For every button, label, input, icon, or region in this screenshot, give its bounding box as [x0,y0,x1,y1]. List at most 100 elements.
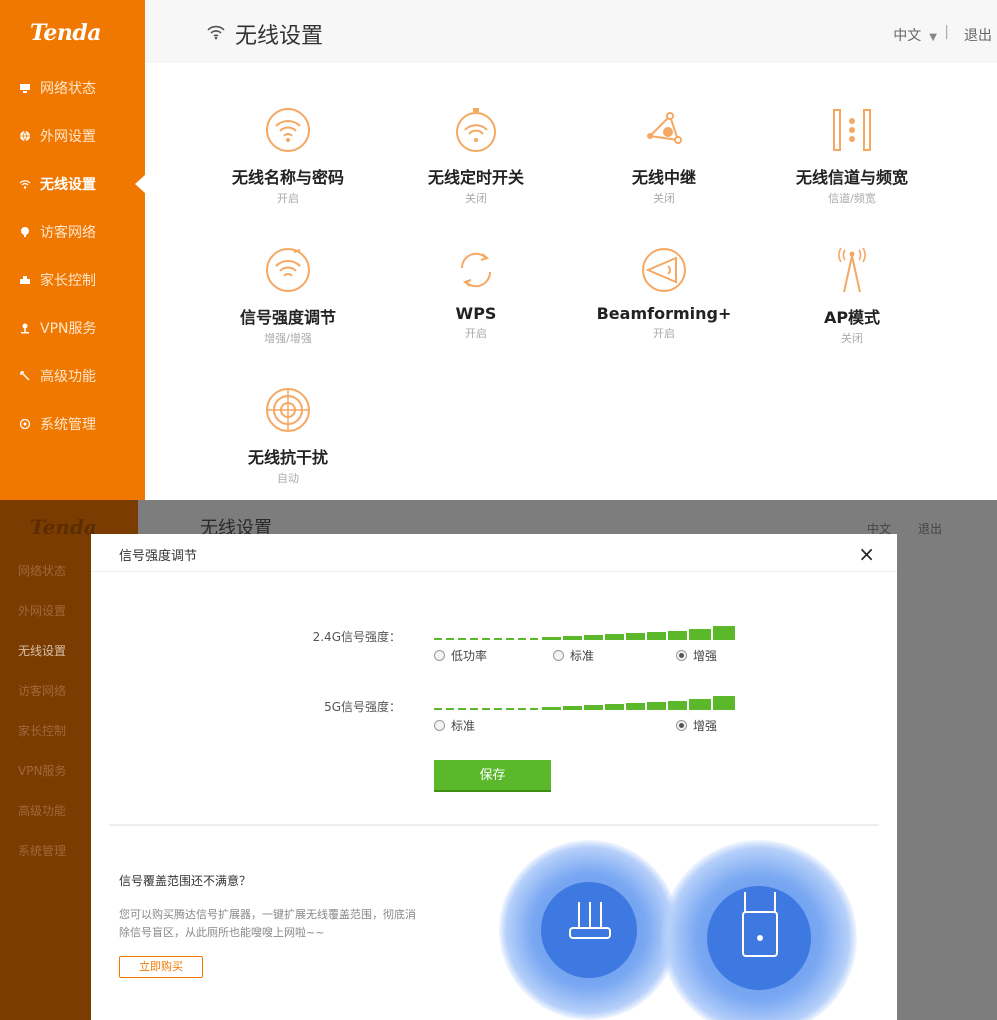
sidebar-item-system[interactable]: 系统管理 [0,400,145,448]
sidebar-item-label: 家长控制 [40,273,96,289]
tile-name: AP模式 [823,308,881,327]
sidebar-item-label: VPN服务 [40,321,97,337]
beamforming-icon [640,246,688,294]
wireless-settings-page: Tenda 网络状态 外网设置 无线设置 访客网络 家长控制 VPN服务 高级功… [0,0,997,500]
page-title: 无线设置 [207,18,323,50]
vpn-icon [18,321,32,335]
sidebar-item-label: 高级功能 [40,369,96,385]
radio-icon [434,650,445,661]
tile-state: 自动 [277,472,299,485]
tile-name: 无线名称与密码 [231,168,344,187]
tile-wps[interactable]: WPS 开启 [386,246,566,341]
wifi-icon [207,24,225,45]
wifi-timer-icon [452,106,500,154]
logout-link: 退出 [917,522,942,536]
tile-wifi-schedule[interactable]: 无线定时开关 关闭 [386,106,566,206]
tile-ssid-password[interactable]: 无线名称与密码 开启 [198,106,378,206]
sidebar-item-vpn: VPN服务 [18,764,67,778]
tile-name: 信号强度调节 [239,308,336,327]
meter-segment [470,708,478,710]
tile-channel-bandwidth[interactable]: 无线信道与频宽 信道/频宽 [762,106,942,206]
sidebar-item-label: 系统管理 [40,417,96,433]
meter-segment [458,638,466,640]
tile-name: 无线中继 [631,168,696,187]
logout-link[interactable]: 退出 [964,25,992,45]
radio-icon [553,650,564,661]
radio-label: 低功率 [451,649,488,663]
meter-segment [605,634,624,640]
band5-option-enhanced[interactable]: 增强 [676,717,717,734]
meter-segment [647,702,666,710]
tile-state: 信道/频宽 [828,192,876,205]
sidebar-item-network-status[interactable]: 网络状态 [0,64,145,112]
sidebar-item-advanced[interactable]: 高级功能 [0,352,145,400]
sidebar-item-wireless[interactable]: 无线设置 [0,160,145,208]
tile-state: 开启 [465,327,487,340]
modal-title: 信号强度调节 [119,549,198,564]
tile-state: 开启 [277,192,299,205]
band24-option-standard[interactable]: 标准 [553,647,594,664]
meter-segment [482,708,490,710]
radio-checked-icon [676,650,687,661]
save-button[interactable]: 保存 [434,760,551,792]
meter-segment [563,706,582,710]
language-label: 中文 [893,28,922,44]
meter-segment [518,708,526,710]
sidebar-item-wan[interactable]: 外网设置 [0,112,145,160]
meter-segment [626,703,645,710]
tile-name: 无线抗干扰 [247,448,328,467]
sidebar: Tenda 网络状态 外网设置 无线设置 访客网络 家长控制 VPN服务 高级功… [0,0,145,500]
tile-anti-interference[interactable]: 无线抗干扰 自动 [198,386,378,486]
band24-option-enhanced[interactable]: 增强 [676,647,717,664]
meter-segment [584,705,603,710]
sidebar-item-system: 系统管理 [18,844,67,858]
sidebar-item-parental[interactable]: 家长控制 [0,256,145,304]
meter-segment [689,699,711,710]
language-select[interactable]: 中文 ▼ [893,25,937,45]
caret-down-icon: ▼ [929,32,937,43]
divider [109,824,879,826]
tile-signal-strength[interactable]: 信号强度调节 增强/增强 [198,246,378,346]
meter-segment [506,638,514,640]
sidebar-item-guest[interactable]: 访客网络 [0,208,145,256]
band5-label: 5G信号强度： [324,700,401,714]
tile-beamforming[interactable]: Beamforming+ 开启 [574,246,754,341]
radio-label: 增强 [693,649,718,663]
tile-name: WPS [455,304,497,323]
meter-segment [494,638,502,640]
radio-icon [434,720,445,731]
tile-repeater[interactable]: 无线中继 关闭 [574,106,754,206]
sidebar-item-guest: 访客网络 [18,684,67,698]
meter-segment [446,638,454,640]
meter-segment [689,629,711,640]
sidebar-item-label: 访客网络 [40,225,96,241]
buy-now-button[interactable]: 立即购买 [119,956,203,978]
meter-segment [530,638,538,640]
extender-icon [739,886,781,970]
ap-tower-icon [828,246,876,294]
tile-state: 开启 [653,327,675,340]
wps-icon [452,246,500,294]
tile-state: 关闭 [841,332,863,345]
sidebar-item-wireless: 无线设置 [18,644,67,658]
anti-interference-icon [264,386,312,434]
meter-segment [470,638,478,640]
sidebar-item-wan: 外网设置 [18,604,67,618]
band24-option-low[interactable]: 低功率 [434,647,487,664]
band5-strength-meter [434,690,735,710]
sidebar-item-vpn[interactable]: VPN服务 [0,304,145,352]
guest-icon [18,225,32,239]
meter-segment [530,708,538,710]
meter-segment [584,635,603,640]
meter-segment [713,626,735,640]
promo-text: 您可以购买腾达信号扩展器，一键扩展无线覆盖范围，彻底消除信号盲区，从此厕所也能嗖… [119,908,416,939]
meter-segment [542,637,561,640]
sidebar-item-parental: 家长控制 [18,724,67,738]
band5-option-standard[interactable]: 标准 [434,717,475,734]
close-icon[interactable]: × [858,542,875,566]
globe-icon [18,129,32,143]
signal-strength-modal: 信号强度调节 × 2.4G信号强度： 低功率 标准 增强 5G信号强度： 标准 … [91,534,897,1020]
meter-segment [434,638,442,640]
tile-ap-mode[interactable]: AP模式 关闭 [762,246,942,346]
meter-segment [482,638,490,640]
